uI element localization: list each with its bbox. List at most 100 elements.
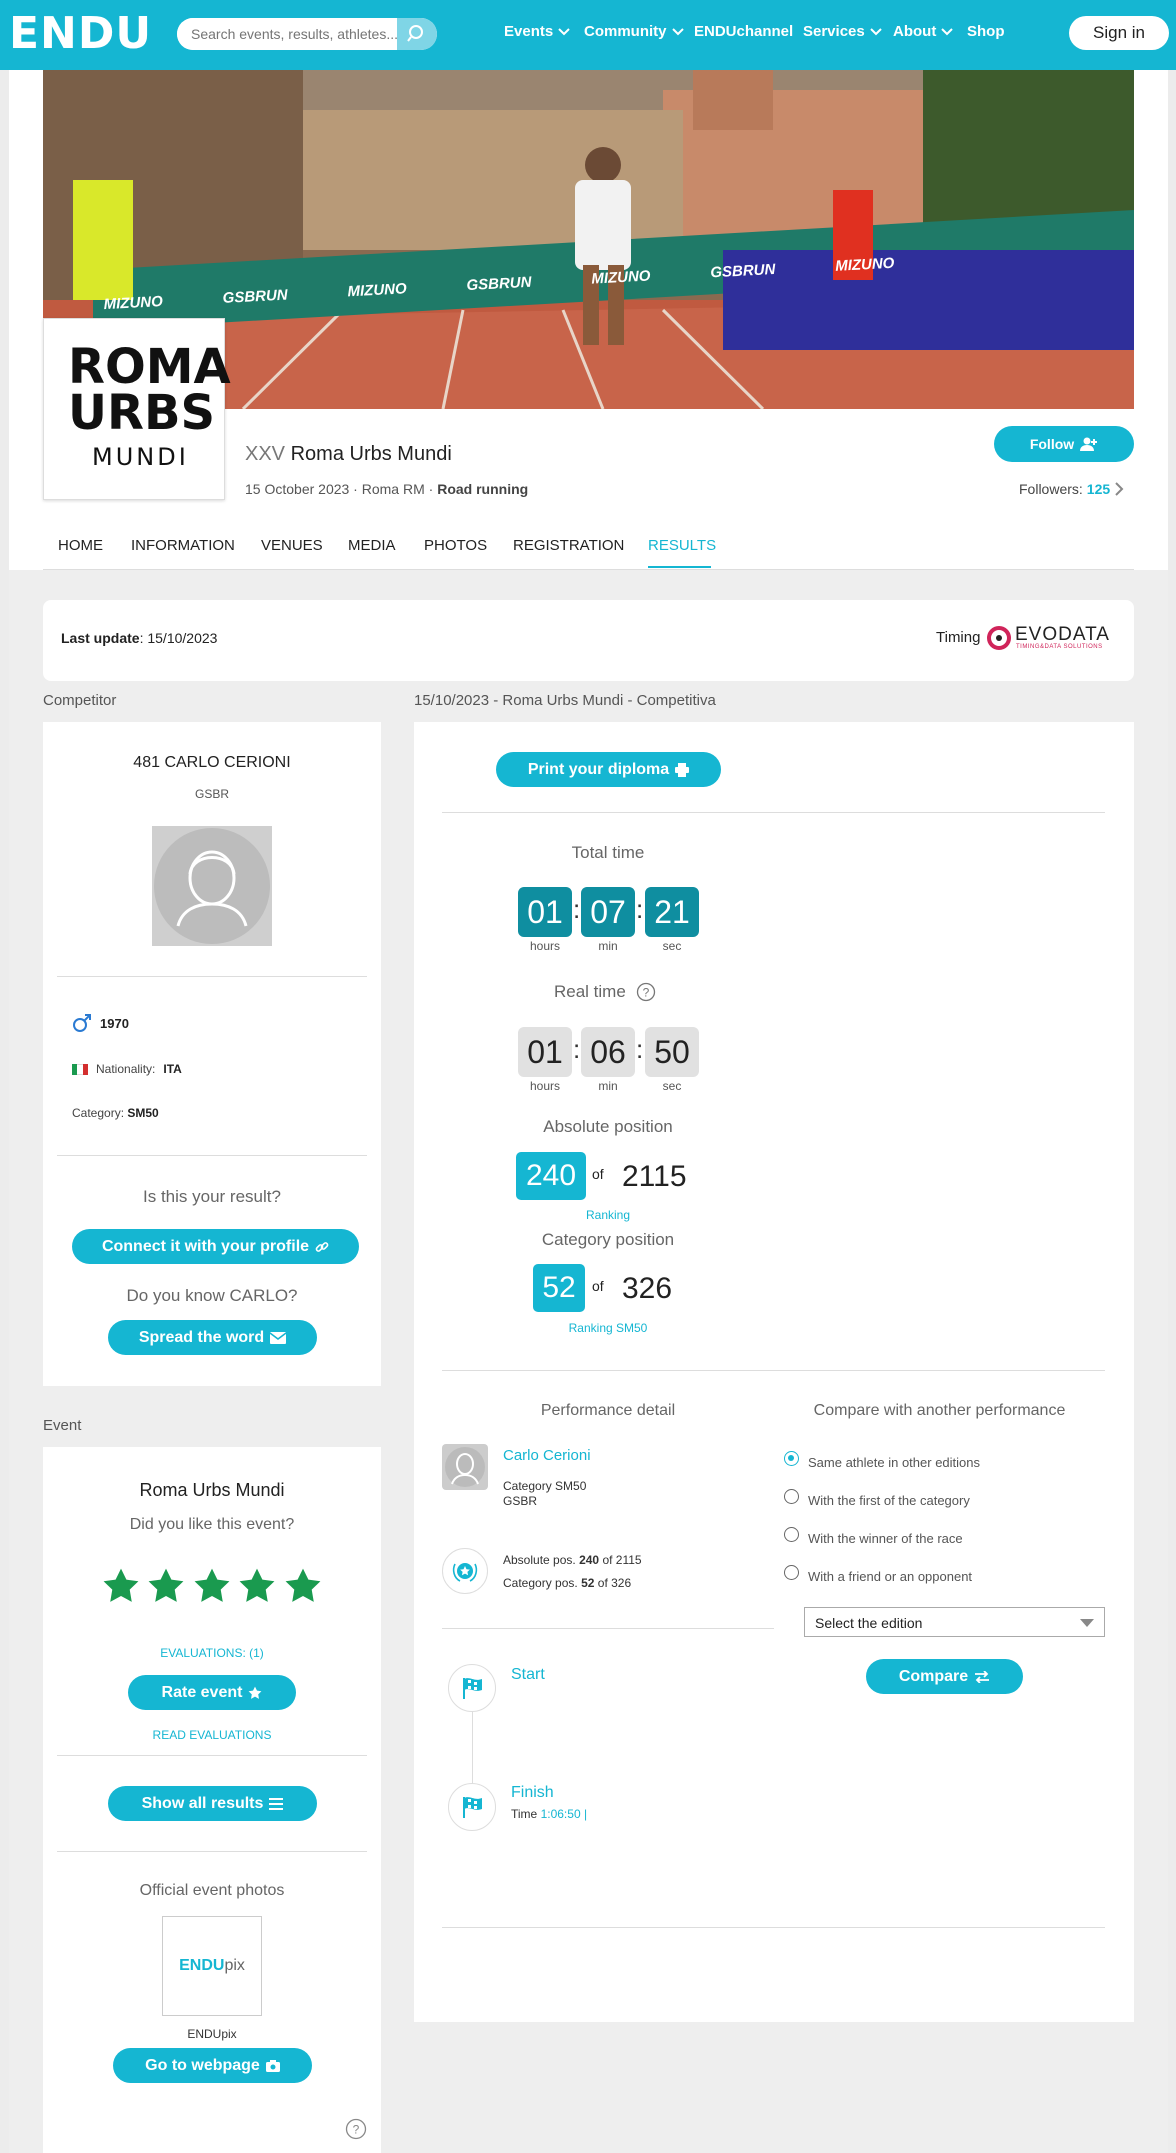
category-total: 326 — [622, 1272, 673, 1305]
dropdown-arrow-icon — [1080, 1619, 1094, 1627]
know-athlete-text: Do you know CARLO? — [126, 1286, 298, 1305]
nav-services[interactable]: Services — [803, 23, 882, 40]
endupix-logo[interactable]: ENDU pix — [162, 1916, 262, 2016]
event-card-name: Roma Urbs Mundi — [139, 1480, 285, 1500]
rate-event-button[interactable]: Rate event — [128, 1675, 296, 1710]
rating-star-3[interactable] — [193, 1567, 231, 1605]
chevron-down-icon — [671, 27, 684, 35]
divider — [442, 1370, 1105, 1371]
print-diploma-label: Print your diploma — [527, 760, 670, 778]
edition-select-value: Select the edition — [815, 1615, 923, 1631]
finish-time-row: Time 1:06:50 | — [511, 1807, 587, 1821]
banner-word: GSBRUN — [466, 273, 532, 295]
nav-shop[interactable]: Shop — [967, 23, 1005, 40]
like-question: Did you like this event? — [129, 1516, 295, 1533]
of-label: of — [592, 1166, 604, 1182]
search-button[interactable] — [397, 18, 437, 50]
event-logo-line-3: MUNDI — [92, 443, 189, 471]
rating-star-5[interactable] — [284, 1567, 322, 1605]
start-split-label[interactable]: Start — [511, 1666, 545, 1684]
category-pos-line: Category pos. 52 of 326 — [503, 1576, 631, 1590]
search-input[interactable] — [177, 18, 397, 50]
rate-event-label: Rate event — [161, 1683, 243, 1701]
tab-information[interactable]: INFORMATION — [131, 537, 235, 554]
absolute-pos-rest: of 2115 — [602, 1553, 642, 1567]
connect-profile-label: Connect it with your profile — [101, 1237, 310, 1255]
radio-first-category[interactable] — [784, 1489, 799, 1504]
radio-friend[interactable] — [784, 1565, 799, 1580]
divider — [57, 976, 367, 977]
category-pos-prefix: Category pos. — [503, 1576, 578, 1590]
category-label: Category: — [72, 1106, 125, 1120]
go-to-webpage-button[interactable]: Go to webpage — [113, 2048, 312, 2083]
evodata-logo[interactable]: EVODATA TIMING&DATA SOLUTIONS — [987, 622, 1117, 654]
nav-events-label: Events — [504, 23, 554, 40]
nav-services-label: Services — [803, 23, 865, 40]
connect-profile-button[interactable]: Connect it with your profile — [72, 1229, 359, 1264]
rating-star-1[interactable] — [102, 1567, 140, 1605]
nav-about[interactable]: About — [893, 23, 954, 40]
radio-first-category-label: With the first of the category — [808, 1493, 970, 1508]
event-name: Roma Urbs Mundi — [290, 443, 452, 465]
radio-winner-label: With the winner of the race — [808, 1531, 963, 1546]
seconds-unit: sec — [662, 1079, 682, 1093]
nationality-label: Nationality: — [96, 1062, 156, 1076]
follow-button[interactable]: Follow — [994, 426, 1134, 462]
banner-word: MIZUNO — [103, 293, 164, 314]
seconds-unit: sec — [662, 939, 682, 953]
show-all-results-button[interactable]: Show all results — [108, 1786, 317, 1821]
endu-logo[interactable]: ENDU — [9, 8, 152, 59]
sign-in-button[interactable]: Sign in — [1069, 16, 1169, 50]
edition-select[interactable]: Select the edition — [804, 1607, 1105, 1637]
help-icon[interactable]: ? — [636, 982, 656, 1002]
minutes-unit: min — [598, 939, 618, 953]
official-photos-title: Official event photos — [139, 1882, 285, 1899]
tab-venues[interactable]: VENUES — [261, 537, 323, 554]
active-tab-indicator — [648, 566, 711, 568]
rating-star-2[interactable] — [147, 1567, 185, 1605]
event-logo-line-2: URBS — [68, 385, 216, 441]
compare-title: Compare with another performance — [813, 1402, 1066, 1419]
spread-word-button[interactable]: Spread the word — [108, 1320, 317, 1355]
avatar — [152, 826, 272, 946]
finish-split-label[interactable]: Finish — [511, 1784, 554, 1802]
print-diploma-button[interactable]: Print your diploma — [496, 752, 721, 787]
go-to-webpage-label: Go to webpage — [145, 2056, 260, 2074]
compare-button[interactable]: Compare — [866, 1659, 1023, 1694]
radio-same-athlete[interactable] — [784, 1451, 799, 1466]
link-icon — [315, 1241, 329, 1252]
nav-enduchannel[interactable]: ENDUchannel — [694, 23, 793, 40]
endupix-brand-b: pix — [224, 1957, 245, 1974]
finish-marker — [448, 1783, 496, 1831]
divider — [442, 1927, 1105, 1928]
evaluations-link[interactable]: EVALUATIONS: (1) — [43, 1646, 381, 1660]
compare-label: Compare — [898, 1667, 969, 1685]
tab-media[interactable]: MEDIA — [348, 537, 396, 554]
help-icon[interactable]: ? — [345, 2118, 367, 2140]
tab-home[interactable]: HOME — [58, 537, 103, 554]
birth-year: 1970 — [100, 1015, 129, 1031]
ranking-link[interactable]: Ranking — [414, 1208, 802, 1222]
result-heading: 15/10/2023 - Roma Urbs Mundi - Competiti… — [414, 692, 716, 709]
rating-star-4[interactable] — [238, 1567, 276, 1605]
chevron-down-icon — [870, 27, 882, 35]
tab-photos[interactable]: PHOTOS — [424, 537, 487, 554]
athlete-name-link[interactable]: Carlo Cerioni — [503, 1447, 591, 1464]
hours-unit: hours — [529, 939, 561, 953]
of-label: of — [592, 1278, 604, 1294]
nav-community[interactable]: Community — [584, 23, 684, 40]
time-separator: : — [573, 1034, 581, 1064]
position-badge — [442, 1548, 488, 1594]
tab-results[interactable]: RESULTS — [648, 537, 716, 554]
tab-registration[interactable]: REGISTRATION — [513, 537, 624, 554]
absolute-pos-prefix: Absolute pos. — [503, 1553, 576, 1567]
divider — [57, 1851, 367, 1852]
read-evaluations-link[interactable]: READ EVALUATIONS — [43, 1728, 381, 1742]
followers[interactable]: Followers: 125 — [1019, 481, 1124, 497]
radio-winner[interactable] — [784, 1527, 799, 1542]
ranking-category-link[interactable]: Ranking SM50 — [414, 1321, 802, 1335]
timing-label: Timing — [936, 629, 981, 646]
time-separator: : — [636, 894, 644, 924]
envelope-icon — [270, 1331, 287, 1344]
nav-events[interactable]: Events — [504, 23, 570, 40]
